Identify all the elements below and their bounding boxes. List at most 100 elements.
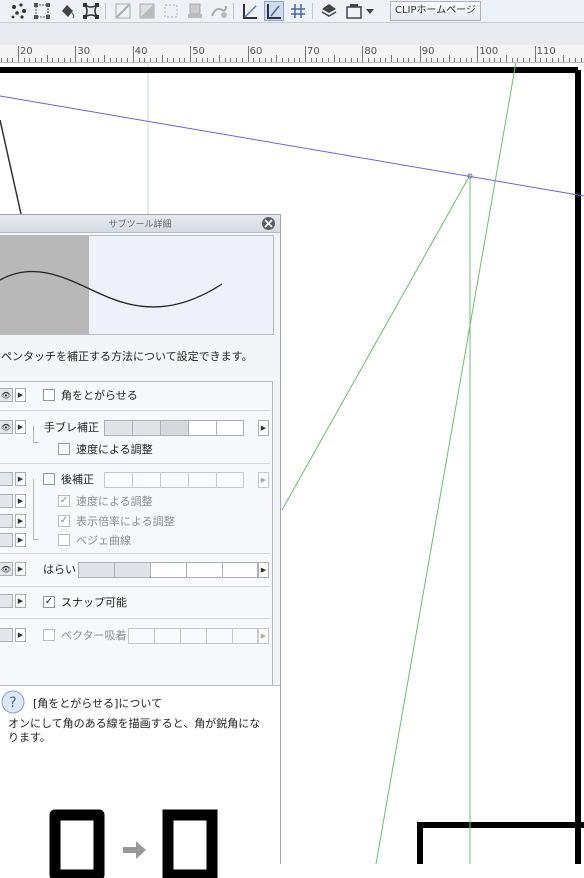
panel-titlebar[interactable]: サブツール詳細 — [0, 215, 280, 233]
vector-snap-slider[interactable] — [128, 628, 258, 644]
ruler-tick — [218, 55, 220, 62]
slider-arrow-icon[interactable]: ▶ — [258, 628, 269, 644]
slider-arrow-icon[interactable]: ▶ — [258, 472, 269, 488]
ruler-tick — [40, 58, 42, 62]
bezier-checkbox[interactable] — [58, 534, 70, 546]
ruler-tick — [350, 58, 352, 62]
ruler-label: 30 — [77, 46, 91, 57]
mesh-transform-icon[interactable] — [81, 1, 101, 21]
eye-icon[interactable] — [0, 594, 13, 608]
rounded-corner-example — [49, 809, 105, 878]
speed-adjust-checkbox[interactable] — [58, 443, 70, 455]
eye-icon[interactable] — [0, 533, 13, 547]
ruler-tick — [29, 58, 31, 62]
post-correction-slider[interactable] — [104, 472, 244, 488]
ruler-tick — [241, 58, 243, 62]
eye-icon[interactable]: 👁 — [0, 420, 13, 434]
perspective-ruler-icon[interactable] — [240, 1, 260, 21]
fill-bucket-icon[interactable] — [57, 1, 77, 21]
expand-arrow-icon[interactable]: ▶ — [15, 594, 26, 608]
eye-icon[interactable] — [0, 494, 13, 508]
ruler-tick — [161, 55, 163, 62]
sharpen-corners-checkbox[interactable] — [43, 389, 55, 401]
ruler-label: 40 — [134, 46, 148, 57]
grid-ruler-icon[interactable] — [288, 1, 308, 21]
ruler-tick — [69, 58, 71, 62]
ruler-tick — [396, 58, 398, 62]
ruler-tick — [408, 58, 410, 62]
expand-arrow-icon[interactable]: ▶ — [15, 420, 26, 434]
ruler-tick — [391, 55, 393, 62]
slider-segment — [180, 628, 206, 644]
ruler-label: 90 — [421, 46, 435, 57]
expand-arrow-icon[interactable]: ▶ — [15, 562, 26, 576]
dropdown-icon[interactable] — [364, 1, 376, 21]
ruler-tick — [437, 58, 439, 62]
snap-checkbox[interactable]: ✓ — [43, 596, 55, 608]
symmetric-ruler-icon[interactable] — [264, 1, 284, 21]
bezier-label: ベジェ曲線 — [76, 534, 131, 547]
gradient-icon[interactable] — [137, 1, 157, 21]
clip-homepage-button[interactable]: CLIPホームページ — [390, 1, 482, 21]
scatter-icon[interactable] — [9, 1, 29, 21]
ruler-tick — [402, 58, 404, 62]
ruler-tick — [259, 58, 261, 62]
slider-segment — [188, 420, 216, 436]
frame-icon[interactable] — [344, 1, 364, 21]
eye-icon[interactable] — [0, 514, 13, 528]
ruler-tick — [23, 58, 25, 62]
ruler-tick — [448, 55, 450, 62]
speed-adjust-2-checkbox[interactable]: ✓ — [58, 495, 70, 507]
pen-line-icon[interactable] — [113, 1, 133, 21]
taper-slider[interactable] — [78, 562, 258, 578]
speed-adjust-label: 速度による調整 — [76, 443, 153, 456]
ruler-tick — [104, 55, 106, 62]
horizontal-ruler[interactable]: 20 30 40 50 60 70 80 90 100 110 — [0, 45, 584, 63]
expand-arrow-icon[interactable]: ▶ — [15, 514, 26, 528]
ruler-tick — [75, 46, 77, 62]
vector-snap-checkbox[interactable] — [43, 629, 55, 641]
expand-arrow-icon[interactable]: ▶ — [15, 628, 26, 642]
ruler-tick — [488, 58, 490, 62]
ruler-label: 100 — [479, 46, 499, 57]
ruler-tick — [322, 58, 324, 62]
top-toolbar: CLIPホームページ — [0, 0, 584, 23]
expand-arrow-icon[interactable]: ▶ — [15, 494, 26, 508]
ruler-tick — [86, 58, 88, 62]
ruler-tick — [362, 46, 364, 62]
eye-icon[interactable]: 👁 — [0, 562, 13, 576]
ruler-tick — [345, 58, 347, 62]
ruler-tick — [81, 58, 83, 62]
ruler-tick — [195, 58, 197, 62]
ruler-tick — [425, 58, 427, 62]
erase-icon[interactable] — [209, 1, 229, 21]
eye-icon[interactable] — [0, 628, 13, 642]
stamp-icon[interactable] — [185, 1, 205, 21]
sketch-line — [0, 119, 22, 215]
post-correction-checkbox[interactable] — [43, 473, 55, 485]
slider-arrow-icon[interactable]: ▶ — [258, 420, 269, 436]
stabilization-slider[interactable] — [104, 420, 244, 436]
eye-icon[interactable] — [0, 472, 13, 486]
ruler-tick — [385, 58, 387, 62]
ruler-tick — [276, 55, 278, 62]
ruler-tick — [98, 58, 100, 62]
eye-icon[interactable]: 👁 — [0, 388, 13, 402]
subtool-detail-panel: サブツール詳細 ペンタッチを補正する方法について設定できます。 👁 ▶ 角をとが… — [0, 214, 281, 878]
expand-arrow-icon[interactable]: ▶ — [15, 388, 26, 402]
ruler-tick — [35, 58, 37, 62]
slider-segment — [206, 628, 232, 644]
selection-icon[interactable] — [161, 1, 181, 21]
transform-box-icon[interactable] — [32, 1, 52, 21]
expand-arrow-icon[interactable]: ▶ — [15, 533, 26, 547]
expand-arrow-icon[interactable]: ▶ — [15, 472, 26, 486]
close-icon[interactable] — [262, 217, 275, 230]
slider-arrow-icon[interactable]: ▶ — [258, 562, 269, 578]
ruler-tick — [465, 58, 467, 62]
slider-segment — [160, 472, 188, 488]
ruler-tick — [0, 58, 2, 62]
zoom-adjust-label: 表示倍率による調整 — [76, 515, 175, 528]
help-body: オンにして角のある線を描画すると、角が鋭角になります。 — [8, 717, 261, 744]
layer-stack-icon[interactable] — [319, 1, 339, 21]
zoom-adjust-checkbox[interactable]: ✓ — [58, 515, 70, 527]
